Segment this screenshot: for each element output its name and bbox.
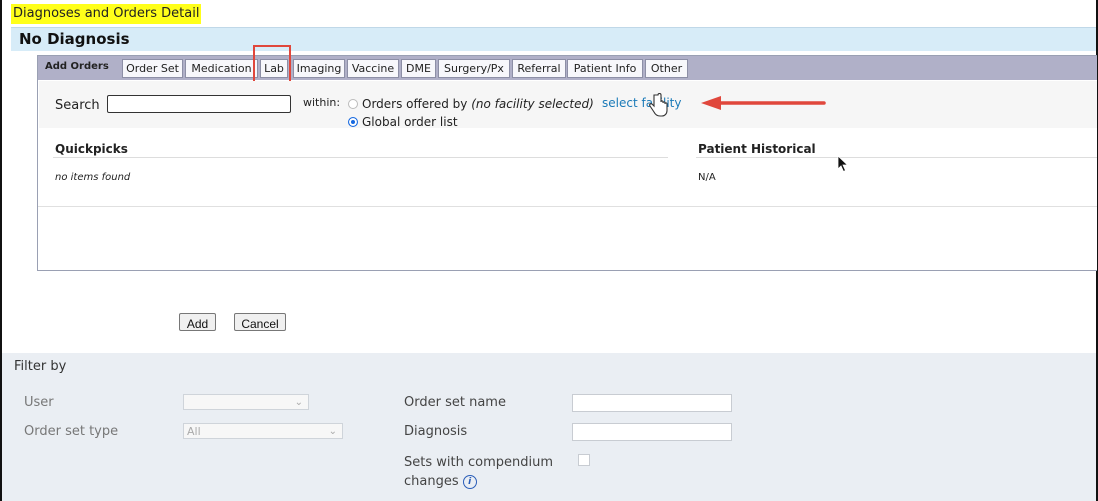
tab-patient-info[interactable]: Patient Info: [567, 59, 643, 78]
lab-tab-highlight-box: [253, 45, 291, 83]
tab-imaging[interactable]: Imaging: [293, 59, 345, 78]
tab-referral[interactable]: Referral: [512, 59, 566, 78]
compendium-checkbox[interactable]: [578, 454, 590, 466]
order-tabs-bar: Add Orders Order Set Medication Lab Imag…: [38, 45, 1097, 83]
quickpicks-empty-text: no items found: [55, 172, 131, 183]
order-set-name-input[interactable]: [572, 394, 732, 412]
orders-offered-radio[interactable]: [348, 99, 358, 109]
orders-offered-text: Orders offered by: [362, 97, 468, 111]
diagnosis-title: No Diagnosis: [19, 30, 130, 48]
global-order-list-radio[interactable]: [348, 117, 358, 127]
orders-offered-label: Orders offered by (no facility selected): [362, 97, 594, 111]
quickpicks-divider: [53, 157, 668, 158]
patient-historical-divider: [696, 157, 1097, 158]
mouse-pointer-icon: [837, 155, 849, 173]
tab-surgery-px[interactable]: Surgery/Px: [438, 59, 510, 78]
tab-other[interactable]: Other: [645, 59, 688, 78]
tab-dme[interactable]: DME: [401, 59, 436, 78]
tab-order-set[interactable]: Order Set: [122, 59, 183, 78]
order-search-area: Search within: Orders offered by (no fac…: [39, 81, 1097, 129]
tab-medication[interactable]: Medication: [185, 59, 258, 78]
no-facility-note: (no facility selected): [471, 97, 594, 111]
search-label: Search: [55, 98, 100, 113]
panel-divider: [38, 206, 1097, 207]
patient-historical-value: N/A: [698, 172, 716, 183]
add-orders-label: Add Orders: [45, 61, 109, 72]
quickpicks-title: Quickpicks: [55, 142, 128, 156]
compendium-label-line1: Sets with compendium: [404, 455, 553, 470]
compendium-label-line2: changes: [404, 474, 459, 489]
cancel-button[interactable]: Cancel: [234, 313, 286, 331]
add-orders-panel: Add Orders Order Set Medication Lab Imag…: [37, 45, 1097, 271]
user-filter-label: User: [24, 395, 54, 410]
select-facility-link[interactable]: select facility: [602, 96, 681, 110]
within-label: within:: [303, 96, 341, 109]
order-set-type-select[interactable]: All ⌄: [183, 423, 343, 439]
search-input[interactable]: [107, 95, 291, 113]
order-set-type-value: All: [187, 425, 201, 438]
chevron-down-icon: ⌄: [294, 397, 303, 408]
filter-section: Filter by User ⌄ Order set type All ⌄ Or…: [2, 353, 1096, 501]
page-title: Diagnoses and Orders Detail: [11, 4, 202, 24]
filter-title: Filter by: [14, 359, 67, 374]
info-icon[interactable]: i: [462, 474, 477, 489]
diagnosis-filter-label: Diagnosis: [404, 424, 468, 439]
diagnosis-filter-input[interactable]: [572, 423, 732, 441]
add-button[interactable]: Add: [179, 313, 216, 331]
compendium-label: Sets with compendium changes i: [404, 453, 553, 491]
user-filter-select[interactable]: ⌄: [183, 394, 309, 410]
order-set-type-label: Order set type: [24, 424, 119, 439]
global-order-list-label: Global order list: [362, 115, 458, 129]
hand-pointer-icon: [649, 93, 668, 117]
order-set-name-label: Order set name: [404, 395, 506, 410]
chevron-down-icon: ⌄: [328, 426, 337, 437]
tab-vaccine[interactable]: Vaccine: [347, 59, 399, 78]
diagnosis-header-bar: No Diagnosis: [11, 27, 1096, 51]
red-arrow-icon: [701, 96, 826, 110]
patient-historical-title: Patient Historical: [698, 142, 816, 156]
